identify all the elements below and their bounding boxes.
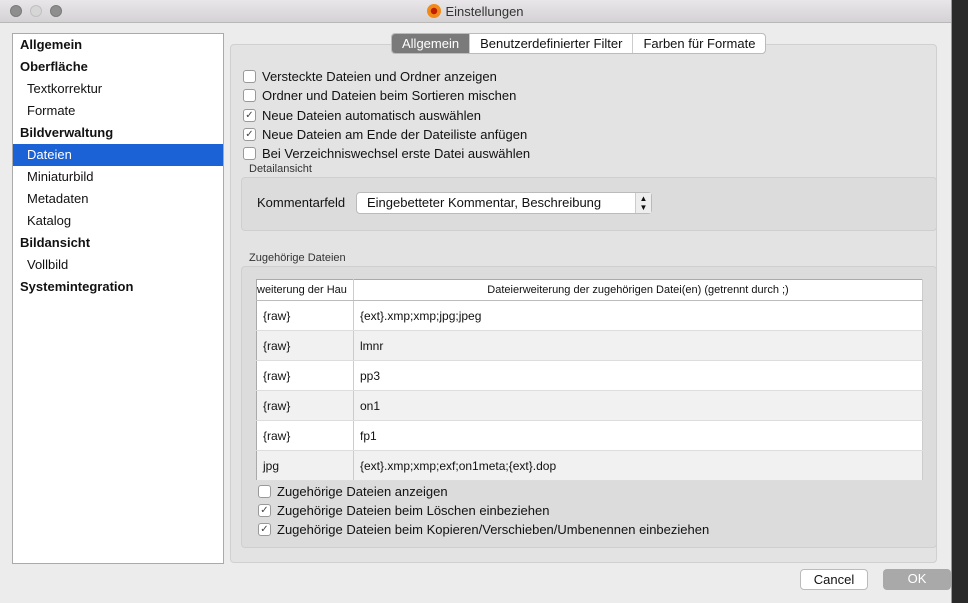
sidebar-item[interactable]: Dateien: [13, 144, 223, 166]
option-label: Neue Dateien am Ende der Dateiliste anfü…: [262, 126, 528, 142]
option-checkbox[interactable]: Zugehörige Dateien anzeigen: [258, 484, 448, 499]
main-ext-cell[interactable]: {raw}: [256, 390, 354, 421]
checkbox-checked-icon[interactable]: ✓: [258, 504, 271, 517]
related-files-table: weiterung der Hau Dateierweiterung der zu…: [256, 279, 923, 481]
tab-bar: Allgemein Benutzerdefinierter Filter Farbe…: [391, 33, 767, 54]
sidebar-item[interactable]: Bildansicht: [13, 232, 223, 254]
option-label: Versteckte Dateien und Ordner anzeigen: [262, 69, 497, 84]
option-label: Neue Dateien automatisch auswählen: [262, 107, 481, 123]
option-checkbox[interactable]: Ordner und Dateien beim Sortieren mische…: [243, 88, 516, 103]
comment-field-value: Eingebetteter Kommentar, Beschreibung: [367, 195, 602, 210]
window-controls: [10, 5, 62, 17]
tab[interactable]: Benutzerdefinierter Filter: [469, 34, 632, 53]
related-ext-cell[interactable]: pp3: [353, 360, 923, 391]
table-row[interactable]: {raw} on1: [256, 390, 923, 421]
option-label: Ordner und Dateien beim Sortieren mische…: [262, 88, 517, 104]
minimize-button[interactable]: [30, 5, 42, 17]
checkbox-checked-icon[interactable]: ✓: [258, 523, 271, 536]
chevron-updown-icon: ▲ ▼: [635, 193, 651, 213]
zoom-button[interactable]: [50, 5, 62, 17]
checkbox-unchecked-icon[interactable]: [258, 485, 271, 498]
tab[interactable]: Allgemein: [392, 34, 470, 53]
option-label: Zugehörige Dateien beim Löschen einbezie…: [277, 503, 550, 518]
checkbox-unchecked-icon[interactable]: [243, 147, 256, 161]
sidebar-item[interactable]: Vollbild: [13, 254, 223, 276]
sidebar-item[interactable]: Metadaten: [13, 188, 223, 210]
main-ext-cell[interactable]: {raw}: [256, 360, 354, 391]
related-group-label: Zugehörige Dateien: [249, 252, 346, 264]
sidebar-item[interactable]: Bildverwaltung: [13, 122, 223, 144]
main-ext-cell[interactable]: {raw}: [256, 330, 354, 361]
category-sidebar: Allgemein Oberfläche Textkorrektur Formate B…: [12, 33, 224, 564]
option-label: Zugehörige Dateien anzeigen: [277, 484, 448, 499]
table-row[interactable]: {raw} pp3: [256, 360, 923, 391]
option-label: Bei Verzeichniswechsel erste Datei auswä…: [262, 146, 531, 162]
table-row[interactable]: {raw} lmnr: [256, 330, 923, 361]
option-checkbox[interactable]: ✓ Zugehörige Dateien beim Löschen einbezi…: [258, 503, 549, 518]
column-header-related-ext[interactable]: Dateierweiterung der zugehörigen Datei(e…: [353, 279, 923, 301]
sidebar-item[interactable]: Katalog: [13, 210, 223, 232]
ok-button[interactable]: OK: [883, 569, 951, 590]
table-row[interactable]: jpg {ext}.xmp;xmp;exf;on1meta;{ext}.dop: [256, 450, 923, 481]
sidebar-item[interactable]: Oberfläche: [13, 56, 223, 78]
close-button[interactable]: [10, 5, 22, 17]
option-checkbox[interactable]: ✓ Neue Dateien automatisch auswählen: [243, 108, 481, 123]
cancel-button[interactable]: Cancel: [800, 569, 868, 590]
window-title: Einstellungen: [445, 4, 524, 19]
tab[interactable]: Farben für Formate: [632, 34, 765, 53]
option-checkbox[interactable]: ✓ Zugehörige Dateien beim Kopieren/Versch…: [258, 522, 709, 537]
checkbox-checked-icon[interactable]: ✓: [243, 108, 256, 122]
option-checkbox[interactable]: Versteckte Dateien und Ordner anzeigen: [243, 69, 497, 84]
comment-field-select[interactable]: Eingebetteter Kommentar, Beschreibung ▲ ▼: [356, 192, 652, 214]
app-icon: [427, 4, 442, 18]
option-label: Zugehörige Dateien beim Kopieren/Verschi…: [277, 522, 710, 537]
sidebar-item[interactable]: Allgemein: [13, 34, 223, 56]
checkbox-unchecked-icon[interactable]: [243, 89, 256, 103]
related-ext-cell[interactable]: {ext}.xmp;xmp;exf;on1meta;{ext}.dop: [353, 450, 923, 481]
detail-group-label: Detailansicht: [249, 163, 312, 175]
main-ext-cell[interactable]: jpg: [256, 450, 354, 481]
table-row[interactable]: {raw} {ext}.xmp;xmp;jpg;jpeg: [256, 300, 923, 331]
main-ext-cell[interactable]: {raw}: [256, 420, 354, 451]
table-row[interactable]: {raw} fp1: [256, 420, 923, 451]
preferences-window: Einstellungen Allgemein Oberfläche Textkor…: [0, 0, 952, 603]
sidebar-item[interactable]: Textkorrektur: [13, 78, 223, 100]
sidebar-item[interactable]: Systemintegration: [13, 276, 223, 298]
related-ext-cell[interactable]: on1: [353, 390, 923, 421]
sidebar-item[interactable]: Formate: [13, 100, 223, 122]
checkbox-checked-icon[interactable]: ✓: [243, 127, 256, 141]
column-header-main-ext[interactable]: weiterung der Hau: [256, 279, 354, 301]
checkbox-unchecked-icon[interactable]: [243, 70, 256, 83]
option-checkbox[interactable]: ✓ Neue Dateien am Ende der Dateiliste anf…: [243, 127, 527, 142]
comment-field-label: Kommentarfeld: [257, 195, 346, 210]
sidebar-item[interactable]: Miniaturbild: [13, 166, 223, 188]
related-ext-cell[interactable]: fp1: [353, 420, 923, 451]
main-ext-cell[interactable]: {raw}: [256, 300, 354, 331]
related-ext-cell[interactable]: lmnr: [353, 330, 923, 361]
option-checkbox[interactable]: Bei Verzeichniswechsel erste Datei auswä…: [243, 146, 530, 161]
title-bar: Einstellungen: [0, 0, 951, 23]
related-ext-cell[interactable]: {ext}.xmp;xmp;jpg;jpeg: [353, 300, 923, 331]
